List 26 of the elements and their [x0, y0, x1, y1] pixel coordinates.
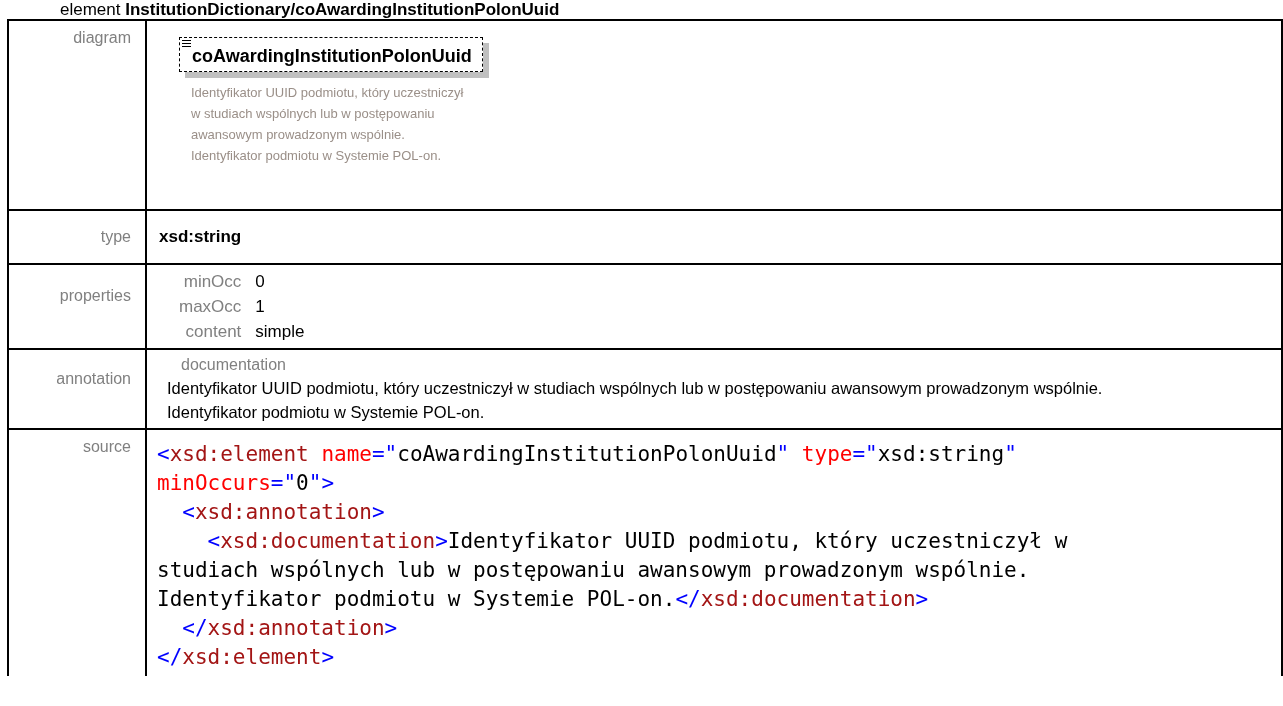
property-name: content	[184, 321, 242, 343]
code-line: <xsd:documentation>Identyfikator UUID podmiotu, który uczestniczył w	[206, 528, 1068, 555]
lines-icon	[182, 40, 191, 47]
code-line: studiach wspólnych lub w postępowaniu awansowym prowadzonym wspólnie.	[157, 557, 1030, 584]
row-label: annotation	[56, 370, 131, 387]
row-label: type	[100, 228, 131, 245]
element-name: coAwardingInstitutionPolonUuid	[192, 46, 472, 66]
property-name: minOcc	[182, 271, 242, 293]
annotation-text: Identyfikator UUID podmiotu, który uczestniczył w studiach wspólnych lub w postępowaniu awansowym prowadzonym wspólnie. Identyfikator podmiotu w Systemie POL-on.	[166, 378, 1104, 423]
element-description: Identyfikator UUID podmiotu, który uczestniczył w studiach wspólnych lub w postępowaniu awansowym prowadzonym wspólnie. Identyfikator podmiotu w Systemie POL-on.	[191, 84, 465, 165]
property-value: simple	[255, 321, 305, 343]
element-title: element InstitutionDictionary/coAwardingInstitutionPolonUuid	[59, 0, 560, 19]
row-label: properties	[59, 287, 131, 304]
code-line: <xsd:annotation>	[181, 499, 385, 526]
code-line: <xsd:element name="coAwardingInstitutionPolonUuid" type="xsd:string"	[157, 441, 1017, 468]
row-label: source	[82, 438, 131, 455]
code-line: minOccurs="0">	[157, 470, 335, 497]
row-label: diagram	[73, 29, 131, 46]
code-line: Identyfikator podmiotu w Systemie POL-on.</xsd:documentation>	[157, 586, 929, 613]
property-value: 1	[255, 296, 266, 318]
annotation-heading: documentation	[180, 355, 287, 375]
property-name: maxOcc	[179, 296, 242, 318]
code-line: </xsd:annotation>	[181, 615, 398, 642]
property-value: 0	[255, 271, 266, 293]
type-value: xsd:string	[159, 227, 242, 246]
code-line: </xsd:element>	[157, 644, 335, 671]
